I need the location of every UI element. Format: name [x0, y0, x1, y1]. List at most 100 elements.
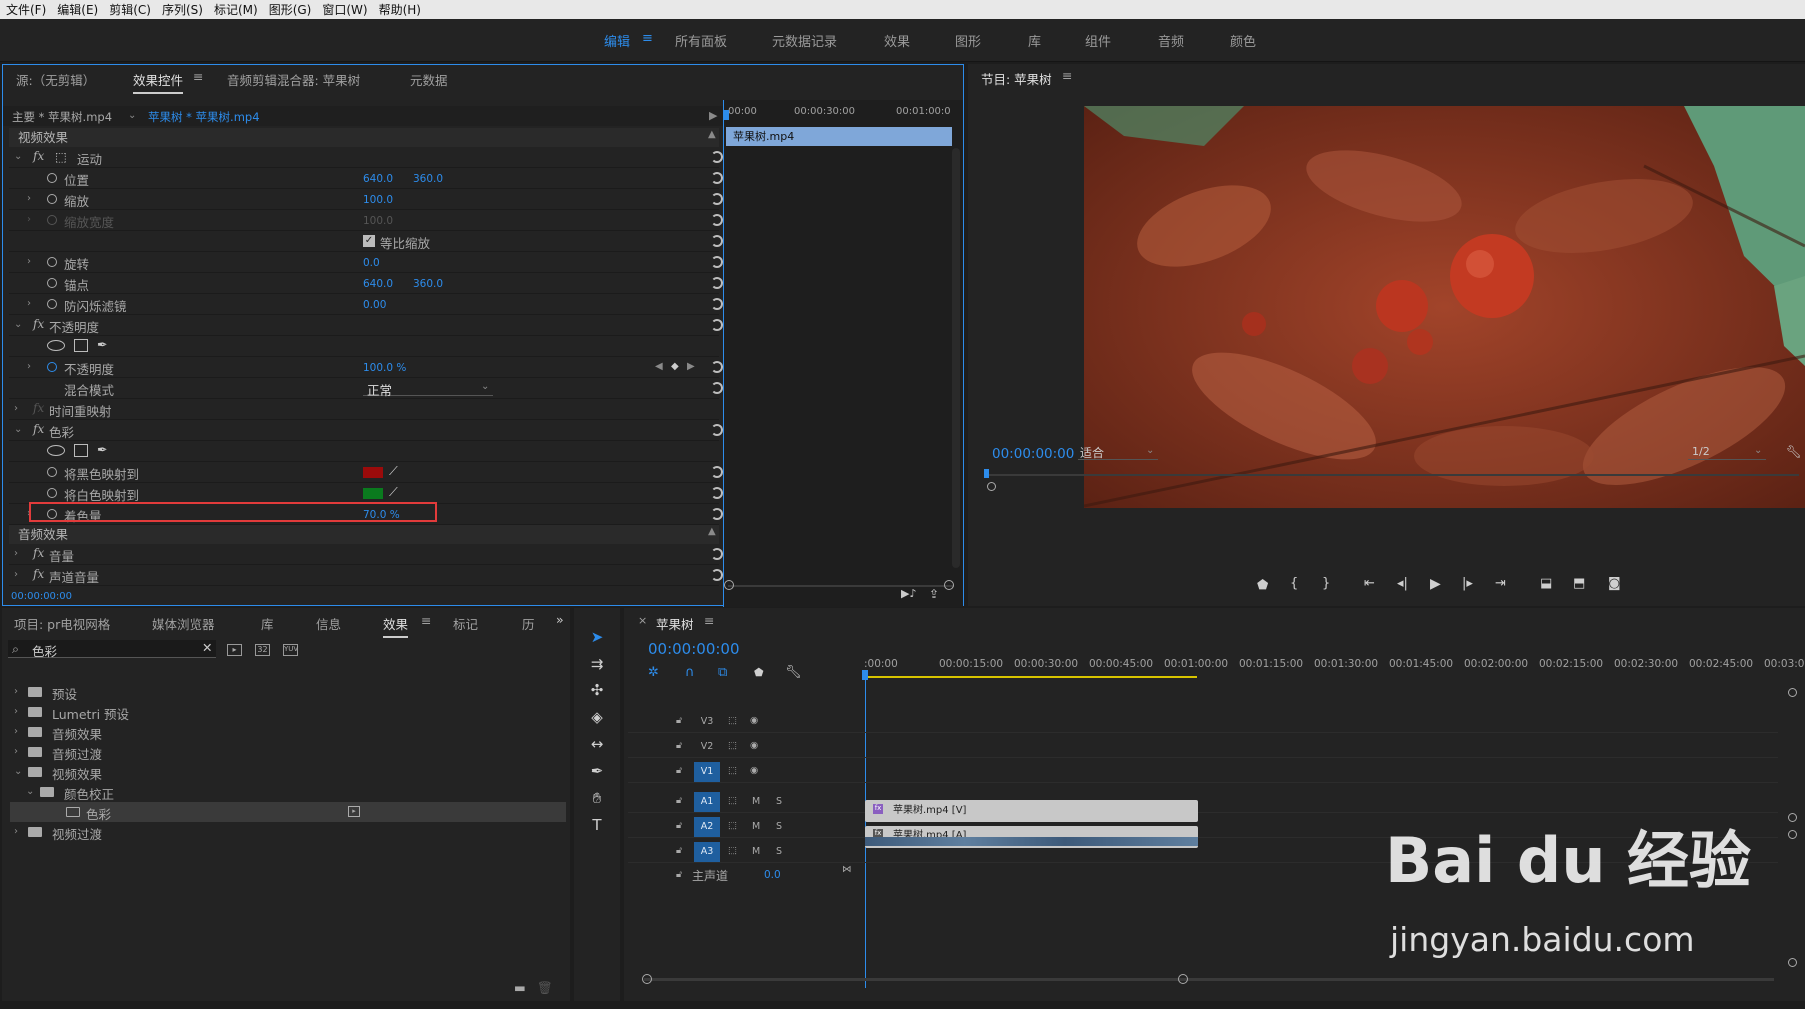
flicker-value[interactable]: 0.00: [363, 299, 386, 311]
anchor-y-value[interactable]: 360.0: [413, 278, 443, 290]
map-white-color-swatch[interactable]: [363, 488, 383, 499]
more-tabs-icon[interactable]: »: [556, 612, 564, 627]
lock-icon[interactable]: 🔓︎: [676, 740, 682, 751]
effects-tree-item[interactable]: ⌄ 颜色校正: [10, 782, 566, 802]
tab-history[interactable]: 历: [522, 614, 535, 633]
stopwatch-icon[interactable]: [47, 362, 57, 372]
ripple-edit-tool-icon[interactable]: ✣: [585, 681, 609, 703]
lock-icon[interactable]: 🔓︎: [676, 795, 682, 806]
eyedropper-icon[interactable]: ⟋: [389, 484, 398, 500]
zoom-handle-left[interactable]: [642, 974, 652, 984]
channel-volume-row[interactable]: › fx 声道音量: [9, 565, 723, 586]
menu-edit[interactable]: 编辑(E): [57, 1, 98, 18]
tab-audio-mixer[interactable]: 音频剪辑混合器: 苹果树: [227, 70, 360, 89]
sync-lock-icon[interactable]: ⬚: [728, 740, 737, 751]
fx-icon[interactable]: fx: [33, 422, 44, 436]
mute-button[interactable]: M: [752, 821, 760, 832]
eye-icon[interactable]: ◉: [750, 765, 758, 776]
rectangle-mask-icon[interactable]: [74, 339, 88, 352]
tab-markers[interactable]: 标记: [453, 614, 478, 633]
chevron-right-icon[interactable]: ›: [14, 746, 18, 757]
tab-source[interactable]: 源:（无剪辑）: [16, 70, 95, 89]
reset-icon[interactable]: [711, 569, 723, 581]
chevron-right-icon[interactable]: ›: [27, 361, 31, 372]
export-icon[interactable]: ⇪: [929, 587, 939, 601]
play-arrow-icon[interactable]: ▶: [709, 109, 717, 122]
program-time-ruler[interactable]: [984, 474, 1799, 476]
sync-lock-icon[interactable]: ⬚: [728, 795, 737, 806]
reset-icon[interactable]: [711, 319, 723, 331]
workspace-assembly[interactable]: 组件: [1085, 31, 1111, 50]
reset-icon[interactable]: [711, 424, 723, 436]
chevron-right-icon[interactable]: ›: [14, 569, 18, 580]
workspace-metadata[interactable]: 元数据记录: [772, 31, 837, 50]
workspace-graphics[interactable]: 图形: [955, 31, 981, 50]
scale-value[interactable]: 100.0: [363, 194, 393, 206]
mute-button[interactable]: M: [752, 796, 760, 807]
tab-project[interactable]: 项目: pr电视网格: [14, 614, 110, 633]
extract-icon[interactable]: ⬒: [1573, 576, 1585, 591]
tab-metadata[interactable]: 元数据: [410, 70, 448, 89]
effects-tree-item[interactable]: › 预设: [10, 682, 566, 702]
work-area-bar[interactable]: [864, 676, 1197, 678]
tab-menu-icon[interactable]: ≡: [193, 69, 203, 84]
camera-icon[interactable]: ◙: [1608, 576, 1621, 591]
sync-lock-icon[interactable]: ⬚: [728, 820, 737, 831]
volume-effect-row[interactable]: › fx 音量: [9, 544, 723, 565]
effects-tree-item[interactable]: › 音频过渡: [10, 742, 566, 762]
reset-icon[interactable]: [711, 193, 723, 205]
type-tool-icon[interactable]: T: [585, 816, 609, 838]
tab-menu-icon[interactable]: ≡: [421, 613, 431, 628]
snap-icon[interactable]: ∩: [685, 665, 695, 680]
rotation-value[interactable]: 0.0: [363, 257, 380, 269]
lock-icon[interactable]: 🔓︎: [676, 765, 682, 776]
sequence-tab[interactable]: 苹果树: [656, 614, 694, 633]
pen-mask-icon[interactable]: ✒: [97, 337, 107, 352]
add-keyframe-icon[interactable]: ◆: [671, 361, 679, 372]
anchor-x-value[interactable]: 640.0: [363, 278, 393, 290]
pen-mask-icon[interactable]: ✒: [97, 442, 107, 457]
razor-tool-icon[interactable]: ◈: [585, 708, 609, 730]
effects-tree-item[interactable]: › 视频过渡: [10, 822, 566, 842]
menu-graphics[interactable]: 图形(G): [269, 1, 312, 18]
chevron-right-icon[interactable]: ›: [14, 726, 18, 737]
chevron-down-icon[interactable]: ⌄: [14, 319, 22, 330]
tab-library[interactable]: 库: [261, 614, 274, 633]
collapse-up-icon[interactable]: ▲: [708, 129, 716, 140]
track-target-a1[interactable]: A1: [694, 792, 720, 812]
prev-keyframe-icon[interactable]: ◀: [655, 361, 663, 372]
ec-mini-timeline[interactable]: 00:00 00:00:30:00 00:01:00:0 苹果树.mp4: [723, 100, 963, 607]
workspace-edit[interactable]: 编辑: [604, 31, 630, 50]
chevron-right-icon[interactable]: ›: [14, 403, 18, 414]
motion-effect-row[interactable]: ⌄ fx ⬚ 运动: [9, 147, 723, 168]
tab-info[interactable]: 信息: [316, 614, 341, 633]
timeline-ruler[interactable]: :00:00 00:00:15:00 00:00:30:00 00:00:45:00 0…: [864, 652, 1805, 674]
ec-scrollbar[interactable]: [952, 148, 960, 568]
close-icon[interactable]: ×: [638, 614, 647, 627]
timeline-playhead[interactable]: [862, 670, 868, 680]
menu-marker[interactable]: 标记(M): [214, 1, 258, 18]
eyedropper-icon[interactable]: ⟋: [389, 463, 398, 479]
reset-icon[interactable]: [711, 235, 723, 247]
quality-dropdown[interactable]: 1/2 ⌄: [1688, 444, 1766, 460]
menu-help[interactable]: 帮助(H): [379, 1, 421, 18]
master-end-icon[interactable]: ⋈: [842, 864, 852, 875]
mark-in-icon[interactable]: {: [1290, 576, 1298, 591]
reset-icon[interactable]: [711, 214, 723, 226]
chevron-down-icon[interactable]: ⌄: [14, 766, 22, 777]
32bit-effects-icon[interactable]: 32: [255, 644, 270, 656]
wrench-icon[interactable]: 🔧︎: [785, 665, 802, 680]
workspace-library[interactable]: 库: [1028, 31, 1041, 50]
go-to-in-icon[interactable]: ⇤: [1364, 576, 1375, 591]
reset-icon[interactable]: [711, 508, 723, 520]
reset-icon[interactable]: [711, 172, 723, 184]
solo-button[interactable]: S: [776, 846, 782, 857]
track-target-a3[interactable]: A3: [694, 842, 720, 862]
panel-menu-icon[interactable]: ≡: [704, 613, 714, 628]
stopwatch-icon[interactable]: [47, 257, 57, 267]
workspace-menu-icon[interactable]: ≡: [642, 31, 653, 46]
rectangle-mask-icon[interactable]: [74, 444, 88, 457]
sequence-clip-label[interactable]: 苹果树 * 苹果树.mp4: [148, 109, 260, 125]
collapse-up-icon[interactable]: ▲: [708, 526, 716, 537]
lock-icon[interactable]: 🔓︎: [676, 869, 682, 880]
